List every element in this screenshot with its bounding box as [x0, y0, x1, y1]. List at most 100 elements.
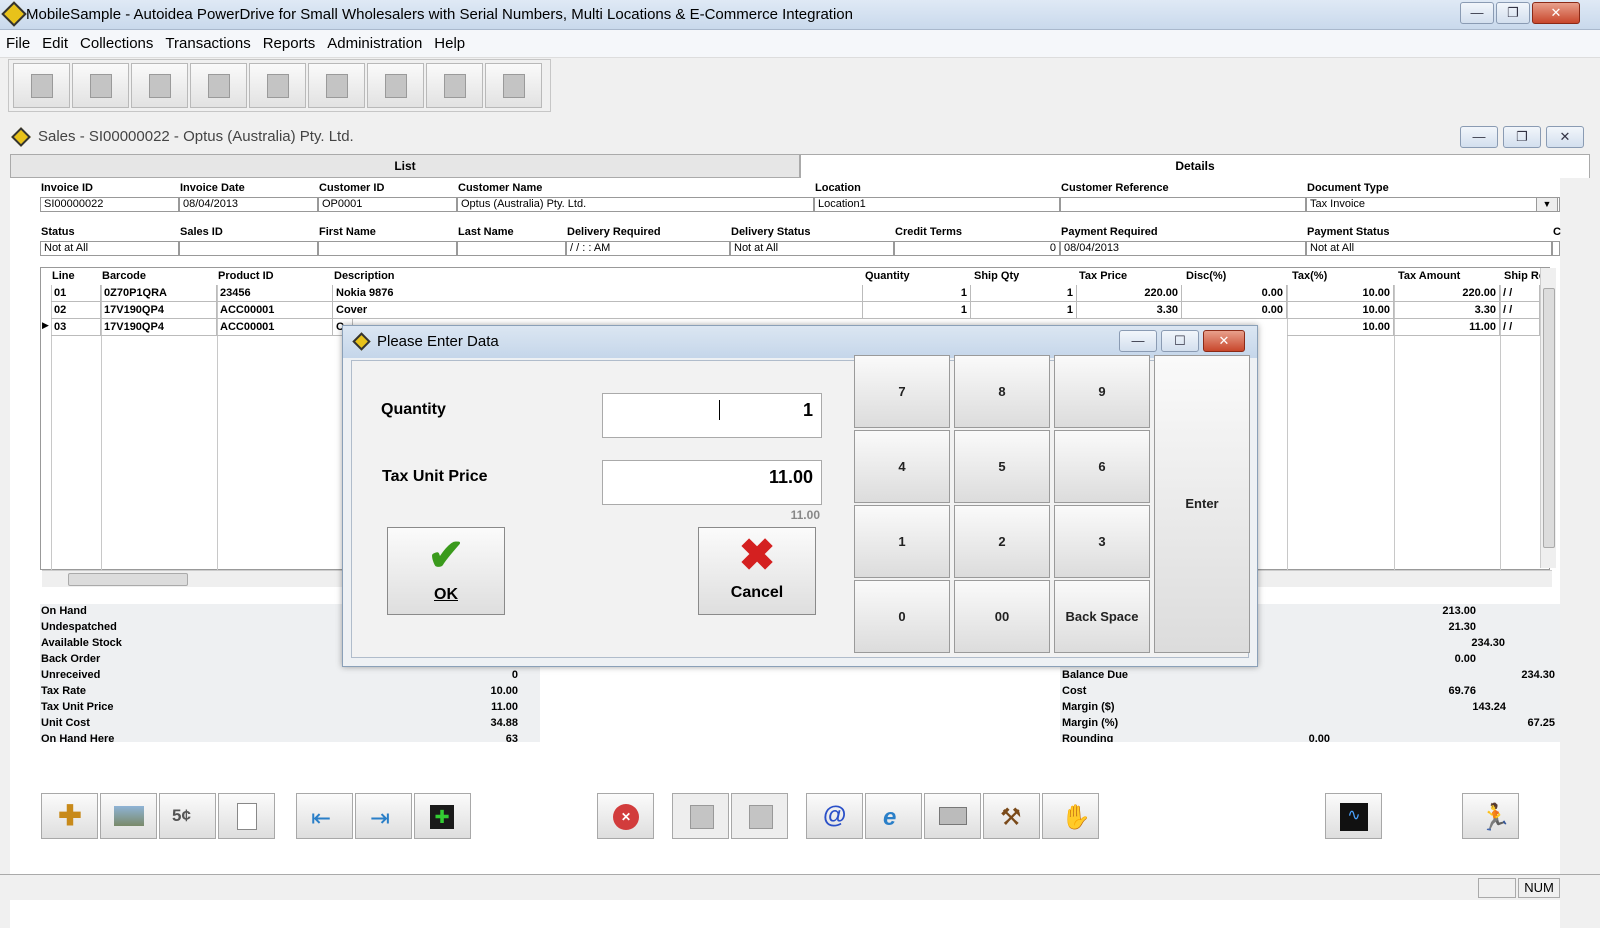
menu-reports[interactable]: Reports	[257, 30, 322, 57]
customer-reference-field[interactable]	[1060, 197, 1306, 212]
cell-tax-amount[interactable]: 3.30	[1394, 302, 1500, 319]
location-field[interactable]: Location1	[814, 197, 1060, 212]
cell-line[interactable]: 02	[51, 302, 101, 319]
customer-name-field[interactable]: Optus (Australia) Pty. Ltd.	[457, 197, 814, 212]
menu-help[interactable]: Help	[428, 30, 471, 57]
toolbar-button-7[interactable]	[367, 63, 424, 108]
cell-tax-amount[interactable]: 11.00	[1394, 319, 1500, 336]
cancel-button[interactable]: ✖ Cancel	[698, 527, 816, 615]
cell-line[interactable]: 03	[51, 319, 101, 336]
toolbar-button-5[interactable]	[249, 63, 306, 108]
key-7[interactable]: 7	[854, 355, 950, 428]
column-tax-price[interactable]: Tax Price	[1079, 270, 1127, 282]
cell-tax-price[interactable]: 220.00	[1077, 285, 1182, 302]
cell-tax-percent[interactable]: 10.00	[1287, 302, 1394, 319]
previous-button[interactable]: ⇤	[296, 793, 353, 839]
key-4[interactable]: 4	[854, 430, 950, 503]
toolbar-button-9[interactable]	[485, 63, 542, 108]
menu-collections[interactable]: Collections	[74, 30, 159, 57]
key-enter[interactable]: Enter	[1154, 355, 1250, 653]
cell-barcode[interactable]: 17V190QP4	[101, 302, 217, 319]
delete-button[interactable]: ✕	[597, 793, 654, 839]
cell-description[interactable]: Nokia 9876	[333, 285, 863, 302]
price-button[interactable]: 5¢	[159, 793, 216, 839]
delivery-status-field[interactable]: Not at All	[730, 241, 894, 256]
cell-tax-percent[interactable]: 10.00	[1287, 285, 1394, 302]
cell-tax-amount[interactable]: 220.00	[1394, 285, 1500, 302]
cell-disc[interactable]: 0.00	[1182, 285, 1287, 302]
scrollbar-thumb[interactable]	[68, 573, 188, 586]
column-quantity[interactable]: Quantity	[865, 270, 910, 282]
cell-quantity[interactable]: 1	[863, 285, 971, 302]
grid-vertical-scrollbar[interactable]	[1540, 268, 1556, 568]
scrollbar-thumb[interactable]	[1543, 288, 1555, 548]
cell-tax-percent[interactable]: 10.00	[1287, 319, 1394, 336]
disabled-button-2[interactable]	[731, 793, 788, 839]
app-restore-button[interactable]: ❐	[1496, 2, 1530, 24]
cell-tax-price[interactable]: 3.30	[1077, 302, 1182, 319]
hand-button[interactable]: ✋	[1042, 793, 1099, 839]
toolbar-button-4[interactable]	[190, 63, 247, 108]
app-minimize-button[interactable]: —	[1460, 2, 1494, 24]
column-product-id[interactable]: Product ID	[218, 270, 274, 282]
key-9[interactable]: 9	[1054, 355, 1150, 428]
app-close-button[interactable]: ✕	[1532, 2, 1580, 24]
column-description[interactable]: Description	[334, 270, 395, 282]
notes-button[interactable]	[218, 793, 275, 839]
dialog-close-button[interactable]: ✕	[1203, 330, 1245, 352]
column-barcode[interactable]: Barcode	[102, 270, 146, 282]
chevron-down-icon[interactable]: ▼	[1536, 197, 1558, 212]
first-name-field[interactable]	[318, 241, 457, 256]
menu-transactions[interactable]: Transactions	[159, 30, 256, 57]
key-1[interactable]: 1	[854, 505, 950, 578]
invoice-date-field[interactable]: 08/04/2013	[179, 197, 318, 212]
last-name-field[interactable]	[457, 241, 566, 256]
delivery-required-field[interactable]: / / : : AM	[566, 241, 730, 256]
sales-restore-button[interactable]: ❐	[1503, 126, 1541, 148]
document-type-select[interactable]: Tax Invoice	[1306, 197, 1560, 212]
print-button[interactable]	[924, 793, 981, 839]
cell-ship-re[interactable]: / /	[1500, 302, 1540, 319]
sales-id-field[interactable]	[179, 241, 318, 256]
image-button[interactable]	[100, 793, 157, 839]
cell-ship-re[interactable]: / /	[1500, 285, 1540, 302]
key-8[interactable]: 8	[954, 355, 1050, 428]
menu-file[interactable]: File	[0, 30, 36, 57]
chart-button[interactable]: ∿	[1325, 793, 1382, 839]
email-button[interactable]: @	[806, 793, 863, 839]
menu-edit[interactable]: Edit	[36, 30, 74, 57]
tax-unit-price-input[interactable]: 11.00	[602, 460, 822, 505]
credit-terms-field[interactable]: 0	[894, 241, 1060, 256]
cell-quantity[interactable]: 1	[863, 302, 971, 319]
add-button[interactable]: ✚	[41, 793, 98, 839]
dialog-minimize-button[interactable]: —	[1119, 330, 1157, 352]
cell-ship-qty[interactable]: 1	[971, 302, 1077, 319]
column-ship-qty[interactable]: Ship Qty	[974, 270, 1019, 282]
payment-required-field[interactable]: 08/04/2013	[1060, 241, 1306, 256]
sales-close-button[interactable]: ✕	[1546, 126, 1584, 148]
cell-product-id[interactable]: ACC00001	[217, 302, 333, 319]
toolbar-button-8[interactable]	[426, 63, 483, 108]
cell-description[interactable]: Cover	[333, 302, 863, 319]
menu-administration[interactable]: Administration	[321, 30, 428, 57]
key-backspace[interactable]: Back Space	[1054, 580, 1150, 653]
key-2[interactable]: 2	[954, 505, 1050, 578]
cell-line[interactable]: 01	[51, 285, 101, 302]
toolbar-button-2[interactable]	[72, 63, 129, 108]
sales-minimize-button[interactable]: —	[1460, 126, 1498, 148]
toolbar-button-3[interactable]	[131, 63, 188, 108]
key-5[interactable]: 5	[954, 430, 1050, 503]
invoice-id-field[interactable]: SI00000022	[40, 197, 179, 212]
disabled-button-1[interactable]	[672, 793, 729, 839]
exit-button[interactable]: 🏃	[1462, 793, 1519, 839]
key-6[interactable]: 6	[1054, 430, 1150, 503]
cell-barcode[interactable]: 0Z70P1QRA	[101, 285, 217, 302]
tools-button[interactable]: ⚒	[983, 793, 1040, 839]
key-3[interactable]: 3	[1054, 505, 1150, 578]
web-button[interactable]: e	[865, 793, 922, 839]
next-button[interactable]: ⇥	[355, 793, 412, 839]
customer-id-field[interactable]: OP0001	[318, 197, 457, 212]
cell-barcode[interactable]: 17V190QP4	[101, 319, 217, 336]
column-line[interactable]: Line	[52, 270, 75, 282]
truncated-column-field[interactable]	[1552, 241, 1560, 256]
